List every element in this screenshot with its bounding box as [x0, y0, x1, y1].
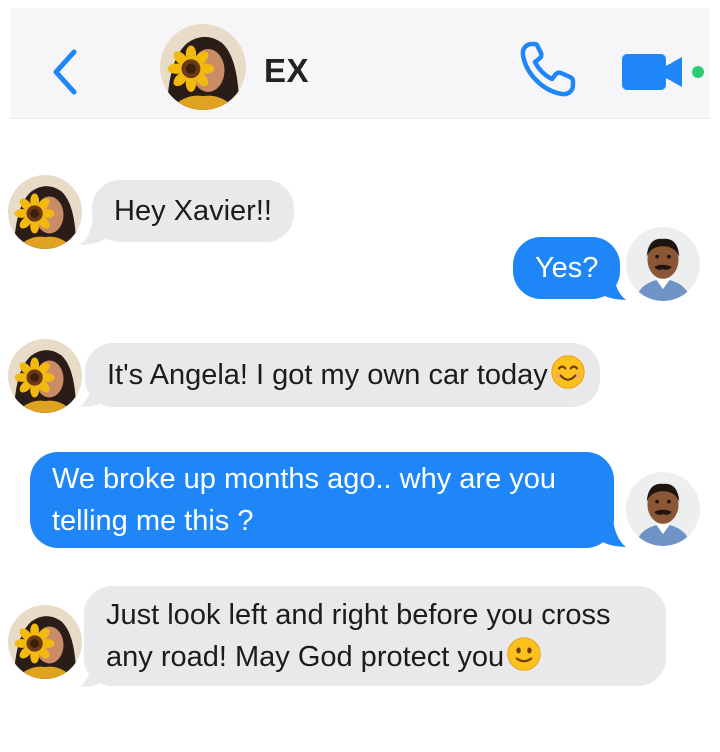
- message-bubble-outgoing[interactable]: Yes?: [513, 237, 621, 299]
- contact-avatar[interactable]: [160, 24, 246, 110]
- contact-name[interactable]: EX: [264, 52, 309, 90]
- message-text-line: We broke up months ago.. why are you: [52, 463, 557, 495]
- message-bubble-incoming[interactable]: It's Angela! I got my own car today: [85, 343, 600, 407]
- message-text-line: Just look left and right before you cros…: [106, 599, 611, 631]
- slightly-smiling-face-icon: [506, 636, 542, 672]
- phone-icon[interactable]: [516, 38, 580, 102]
- message-text: Hey Xavier!!: [114, 195, 272, 227]
- message-bubble-incoming[interactable]: Hey Xavier!!: [92, 180, 294, 242]
- message-text: Yes?: [535, 252, 599, 284]
- message-text-line: any road! May God protect you: [106, 641, 505, 673]
- message-bubble-incoming[interactable]: Just look left and right before you cros…: [84, 586, 666, 686]
- chevron-left-icon[interactable]: [46, 46, 82, 98]
- video-camera-icon[interactable]: [620, 48, 710, 96]
- user-avatar[interactable]: [626, 472, 700, 546]
- contact-avatar[interactable]: [8, 605, 82, 679]
- smiling-face-icon: [550, 354, 586, 390]
- message-text: It's Angela! I got my own car today: [107, 359, 548, 391]
- contact-avatar[interactable]: [8, 339, 82, 413]
- online-status-dot: [692, 66, 704, 78]
- user-avatar[interactable]: [626, 227, 700, 301]
- contact-avatar[interactable]: [8, 175, 82, 249]
- message-bubble-outgoing[interactable]: We broke up months ago.. why are you tel…: [30, 452, 614, 548]
- message-text-line: telling me this ?: [52, 505, 254, 537]
- chat-header: EX: [10, 8, 710, 119]
